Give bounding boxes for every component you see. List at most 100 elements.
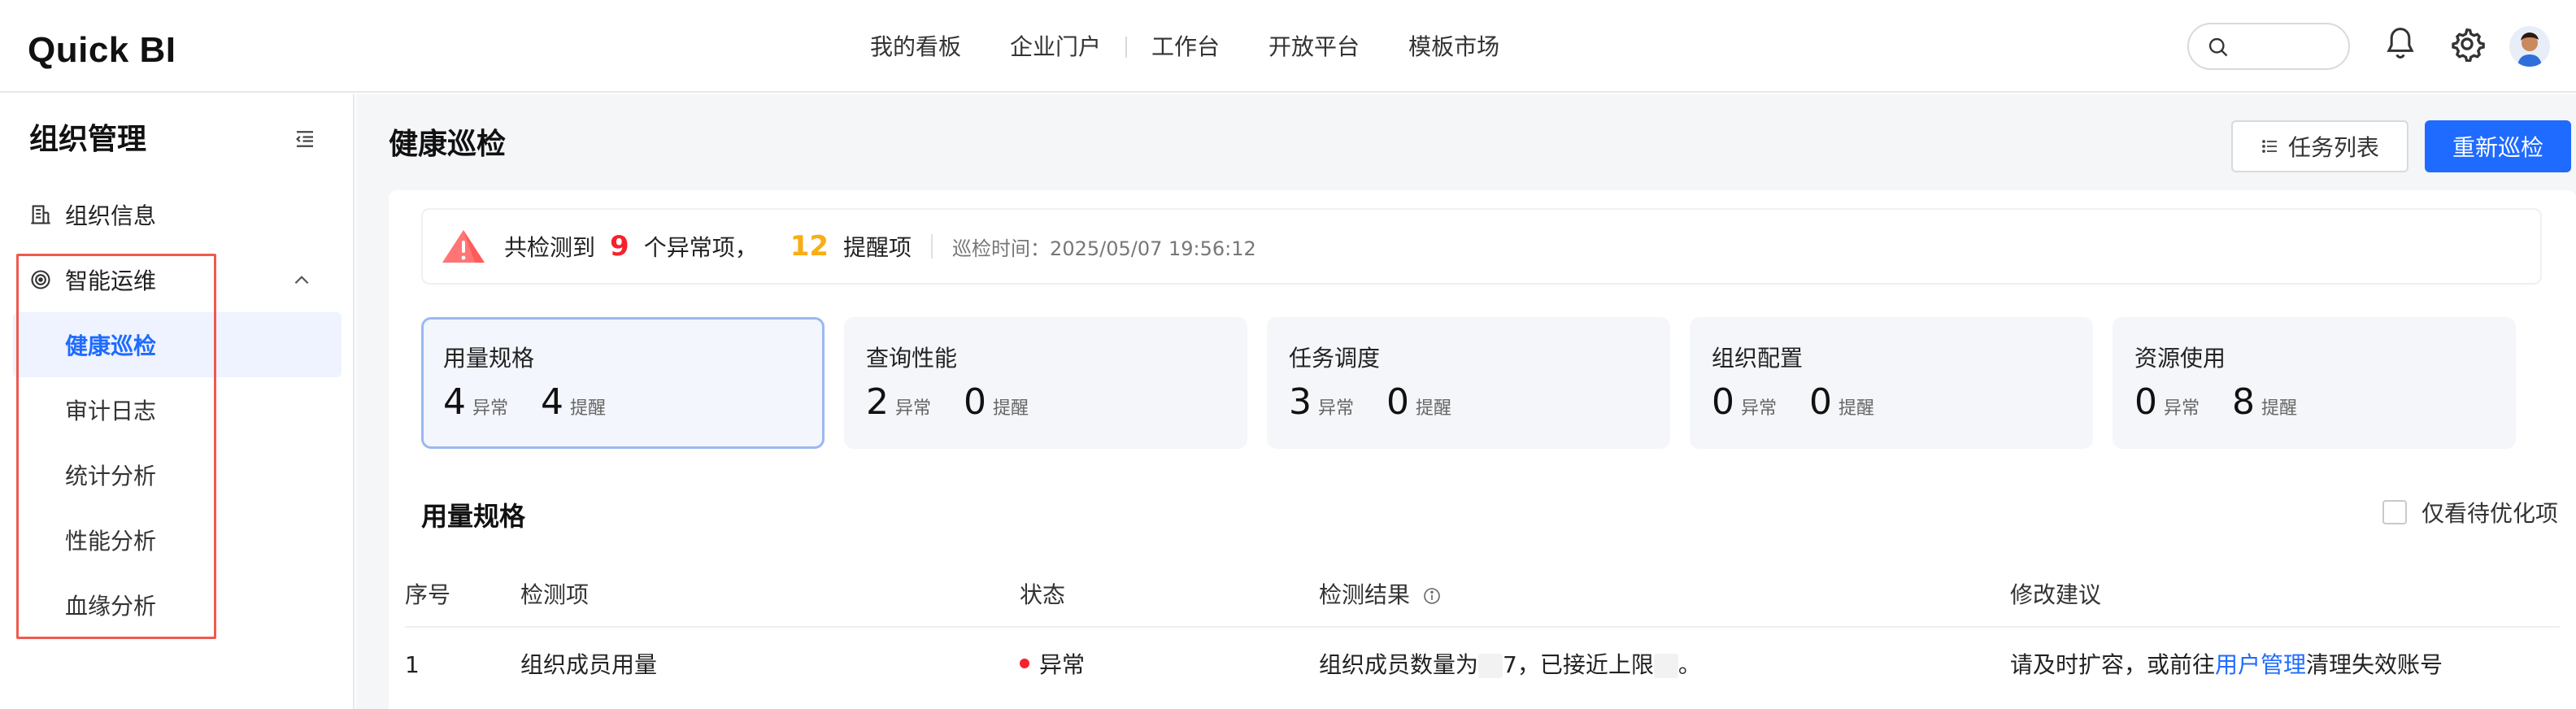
nav-my-dashboard[interactable]: 我的看板 bbox=[846, 29, 986, 65]
sidebar: 组织管理 组织信息 智能运维 健康巡检 审计日志 统计分析 性能分析 血缘分析 bbox=[0, 94, 355, 709]
check-summary-bar: 共检测到 9 个异常项， 12 提醒项 巡检时间：2025/05/07 19:5… bbox=[421, 208, 2542, 285]
card-stats: 3 异常 0 提醒 bbox=[1289, 380, 1484, 425]
only-pending-checkbox[interactable] bbox=[2382, 500, 2407, 524]
card-abnormal-count: 4 bbox=[443, 381, 466, 423]
sidebar-title: 组织管理 bbox=[29, 123, 147, 156]
sidebar-item-smart-ops[interactable]: 智能运维 bbox=[13, 247, 342, 312]
bell-icon[interactable] bbox=[2384, 26, 2417, 62]
rerun-check-button[interactable]: 重新巡检 bbox=[2425, 120, 2571, 172]
card-usage-spec[interactable]: 用量规格 4 异常 4 提醒 bbox=[421, 317, 825, 449]
result-middle: 7，已接近上限 bbox=[1503, 651, 1654, 678]
result-suffix: 。 bbox=[1677, 651, 1701, 678]
row-index: 1 bbox=[405, 651, 420, 678]
card-remind-count: 0 bbox=[1386, 381, 1410, 423]
list-icon bbox=[2262, 140, 2277, 153]
target-icon bbox=[29, 268, 52, 291]
row-status-label: 异常 bbox=[1039, 651, 1086, 678]
table-row: 1 组织成员用量 异常 组织成员数量为 7，已接近上限。 请及时扩容，或前往用户管… bbox=[405, 629, 2560, 702]
sidebar-item-health-check[interactable]: 健康巡检 bbox=[13, 312, 342, 377]
sidebar-item-label: 统计分析 bbox=[65, 463, 157, 489]
card-task-scheduling[interactable]: 任务调度 3 异常 0 提醒 bbox=[1267, 317, 1670, 449]
card-abnormal-count: 2 bbox=[866, 381, 889, 423]
card-abnormal-unit: 异常 bbox=[895, 398, 932, 419]
search-input[interactable] bbox=[2239, 33, 2337, 60]
only-pending-label: 仅看待优化项 bbox=[2422, 500, 2559, 527]
user-management-link[interactable]: 用户管理 bbox=[2215, 651, 2306, 678]
nav-open-platform[interactable]: 开放平台 bbox=[1244, 29, 1384, 65]
column-header-index: 序号 bbox=[405, 581, 451, 608]
status-dot bbox=[1020, 659, 1029, 668]
nav-enterprise-portal[interactable]: 企业门户 bbox=[986, 29, 1125, 65]
search-icon bbox=[2208, 37, 2228, 57]
card-title: 查询性能 bbox=[866, 345, 958, 372]
card-remind-unit: 提醒 bbox=[570, 398, 607, 419]
abnormal-label: 个异常项， bbox=[643, 234, 758, 261]
task-list-button[interactable]: 任务列表 bbox=[2231, 120, 2408, 172]
rerun-check-label: 重新巡检 bbox=[2452, 134, 2543, 161]
top-nav: 我的看板 企业门户 工作台 开放平台 模板市场 bbox=[846, 29, 1524, 65]
table-header: 序号 检测项 状态 检测结果 修改建议 bbox=[405, 561, 2560, 628]
card-resource-usage[interactable]: 资源使用 0 异常 8 提醒 bbox=[2113, 317, 2516, 449]
user-avatar[interactable] bbox=[2509, 26, 2550, 67]
card-remind-count: 4 bbox=[541, 381, 564, 423]
row-result: 组织成员数量为 7，已接近上限。 bbox=[1319, 649, 1701, 681]
info-icon[interactable] bbox=[1422, 586, 1442, 606]
section-title: 用量规格 bbox=[421, 501, 526, 532]
sidebar-item-label: 智能运维 bbox=[65, 268, 157, 294]
content-panel: 共检测到 9 个异常项， 12 提醒项 巡检时间：2025/05/07 19:5… bbox=[389, 190, 2576, 709]
search-box[interactable] bbox=[2187, 23, 2350, 70]
sidebar-item-label: 性能分析 bbox=[65, 528, 157, 555]
card-remind-count: 0 bbox=[964, 381, 987, 423]
nav-workbench[interactable]: 工作台 bbox=[1127, 29, 1244, 65]
building-icon bbox=[29, 203, 52, 226]
card-abnormal-unit: 异常 bbox=[1318, 398, 1355, 419]
sidebar-item-label: 组织信息 bbox=[65, 202, 157, 229]
sidebar-item-audit-log[interactable]: 审计日志 bbox=[13, 377, 342, 442]
only-pending-toggle[interactable]: 仅看待优化项 bbox=[2382, 496, 2558, 528]
column-header-status: 状态 bbox=[1020, 581, 1066, 608]
main-content: 健康巡检 任务列表 重新巡检 共检测到 9 个异常项， 12 提醒项 巡检时间：… bbox=[356, 94, 2576, 709]
column-header-result: 检测结果 bbox=[1319, 579, 1442, 611]
avatar-icon bbox=[2509, 26, 2550, 67]
card-remind-unit: 提醒 bbox=[2261, 398, 2298, 419]
sidebar-item-label: 审计日志 bbox=[65, 398, 157, 424]
summary-prefix: 共检测到 bbox=[504, 234, 596, 261]
card-stats: 0 异常 0 提醒 bbox=[1712, 380, 1907, 425]
gear-icon[interactable] bbox=[2449, 26, 2485, 62]
card-stats: 4 异常 4 提醒 bbox=[443, 380, 638, 425]
advice-suffix: 清理失效账号 bbox=[2306, 651, 2443, 678]
summary-divider bbox=[931, 234, 933, 259]
sidebar-item-statistics[interactable]: 统计分析 bbox=[13, 442, 342, 507]
warning-icon bbox=[442, 230, 485, 263]
sidebar-item-lineage[interactable]: 血缘分析 bbox=[13, 572, 342, 637]
card-abnormal-count: 0 bbox=[1712, 381, 1734, 423]
check-time: 巡检时间：2025/05/07 19:56:12 bbox=[952, 237, 1256, 260]
card-org-config[interactable]: 组织配置 0 异常 0 提醒 bbox=[1690, 317, 2093, 449]
nav-template-market[interactable]: 模板市场 bbox=[1384, 29, 1524, 65]
sidebar-item-label: 健康巡检 bbox=[65, 333, 157, 359]
task-list-label: 任务列表 bbox=[2287, 134, 2379, 161]
card-query-performance[interactable]: 查询性能 2 异常 0 提醒 bbox=[844, 317, 1247, 449]
column-header-item: 检测项 bbox=[520, 581, 590, 608]
card-stats: 0 异常 8 提醒 bbox=[2134, 380, 2330, 425]
card-remind-count: 0 bbox=[1809, 381, 1833, 423]
chevron-up-icon[interactable] bbox=[291, 270, 312, 291]
masked-value bbox=[1653, 654, 1678, 678]
card-stats: 2 异常 0 提醒 bbox=[866, 380, 1061, 425]
row-item: 组织成员用量 bbox=[520, 651, 658, 678]
page-title: 健康巡检 bbox=[389, 128, 507, 161]
remind-count: 12 bbox=[790, 230, 829, 263]
quick-bi-logo[interactable]: Quick BI bbox=[28, 29, 176, 72]
card-remind-count: 8 bbox=[2232, 381, 2256, 423]
sidebar-item-org-info[interactable]: 组织信息 bbox=[13, 182, 342, 247]
card-remind-unit: 提醒 bbox=[1838, 398, 1875, 419]
row-status: 异常 bbox=[1020, 649, 1085, 681]
abnormal-count: 9 bbox=[610, 230, 629, 263]
top-header: Quick BI 我的看板 企业门户 工作台 开放平台 模板市场 bbox=[0, 0, 2576, 93]
remind-label: 提醒项 bbox=[843, 234, 912, 261]
card-abnormal-unit: 异常 bbox=[472, 398, 509, 419]
card-abnormal-count: 3 bbox=[1289, 381, 1312, 423]
collapse-menu-icon[interactable] bbox=[293, 127, 317, 151]
sidebar-item-performance[interactable]: 性能分析 bbox=[13, 507, 342, 572]
card-abnormal-unit: 异常 bbox=[1741, 398, 1778, 419]
